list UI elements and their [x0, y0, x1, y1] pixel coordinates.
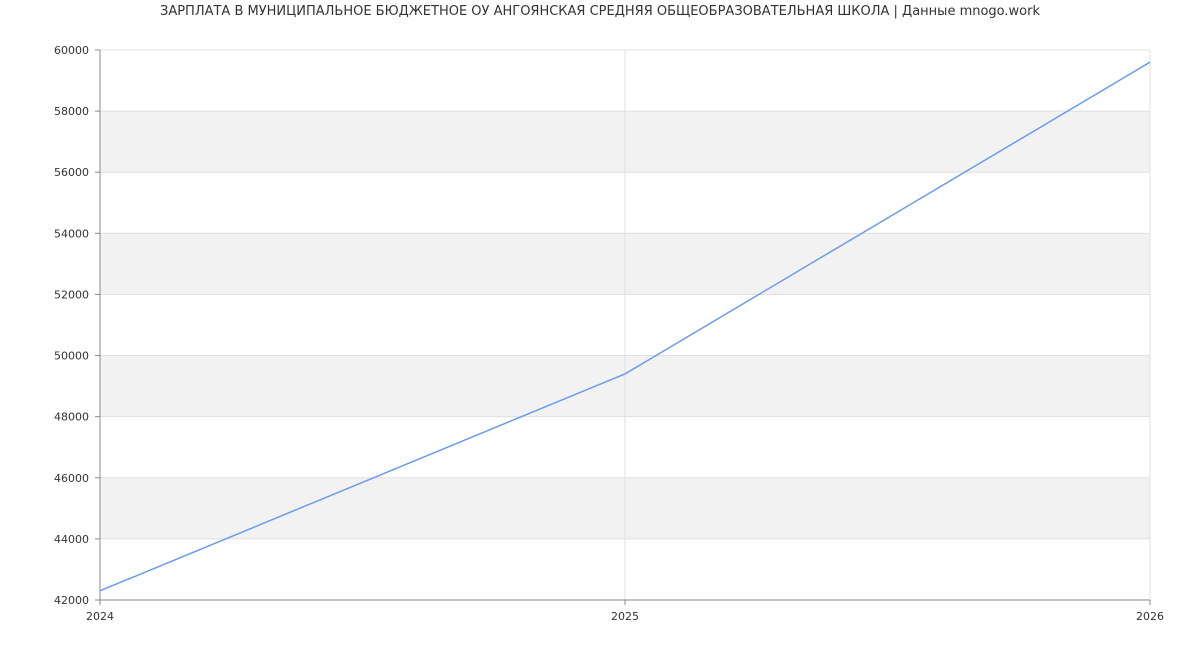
- y-tick-label: 42000: [54, 594, 89, 607]
- y-tick-label: 46000: [54, 472, 89, 485]
- x-tick-label: 2024: [86, 610, 114, 623]
- line-chart: 42000 44000 46000 48000 50000 52000 54000 56000…: [54, 44, 1164, 623]
- y-tick-label: 60000: [54, 44, 89, 57]
- x-tick-label: 2026: [1136, 610, 1164, 623]
- y-tick-label: 50000: [54, 350, 89, 363]
- y-tick-label: 58000: [54, 105, 89, 118]
- y-tick-label: 52000: [54, 288, 89, 301]
- y-tick-label: 56000: [54, 166, 89, 179]
- x-tick-label: 2025: [611, 610, 639, 623]
- chart-container: ЗАРПЛАТА В МУНИЦИПАЛЬНОЕ БЮДЖЕТНОЕ ОУ АН…: [0, 0, 1200, 650]
- y-tick-label: 54000: [54, 227, 89, 240]
- y-tick-label: 44000: [54, 533, 89, 546]
- y-tick-label: 48000: [54, 411, 89, 424]
